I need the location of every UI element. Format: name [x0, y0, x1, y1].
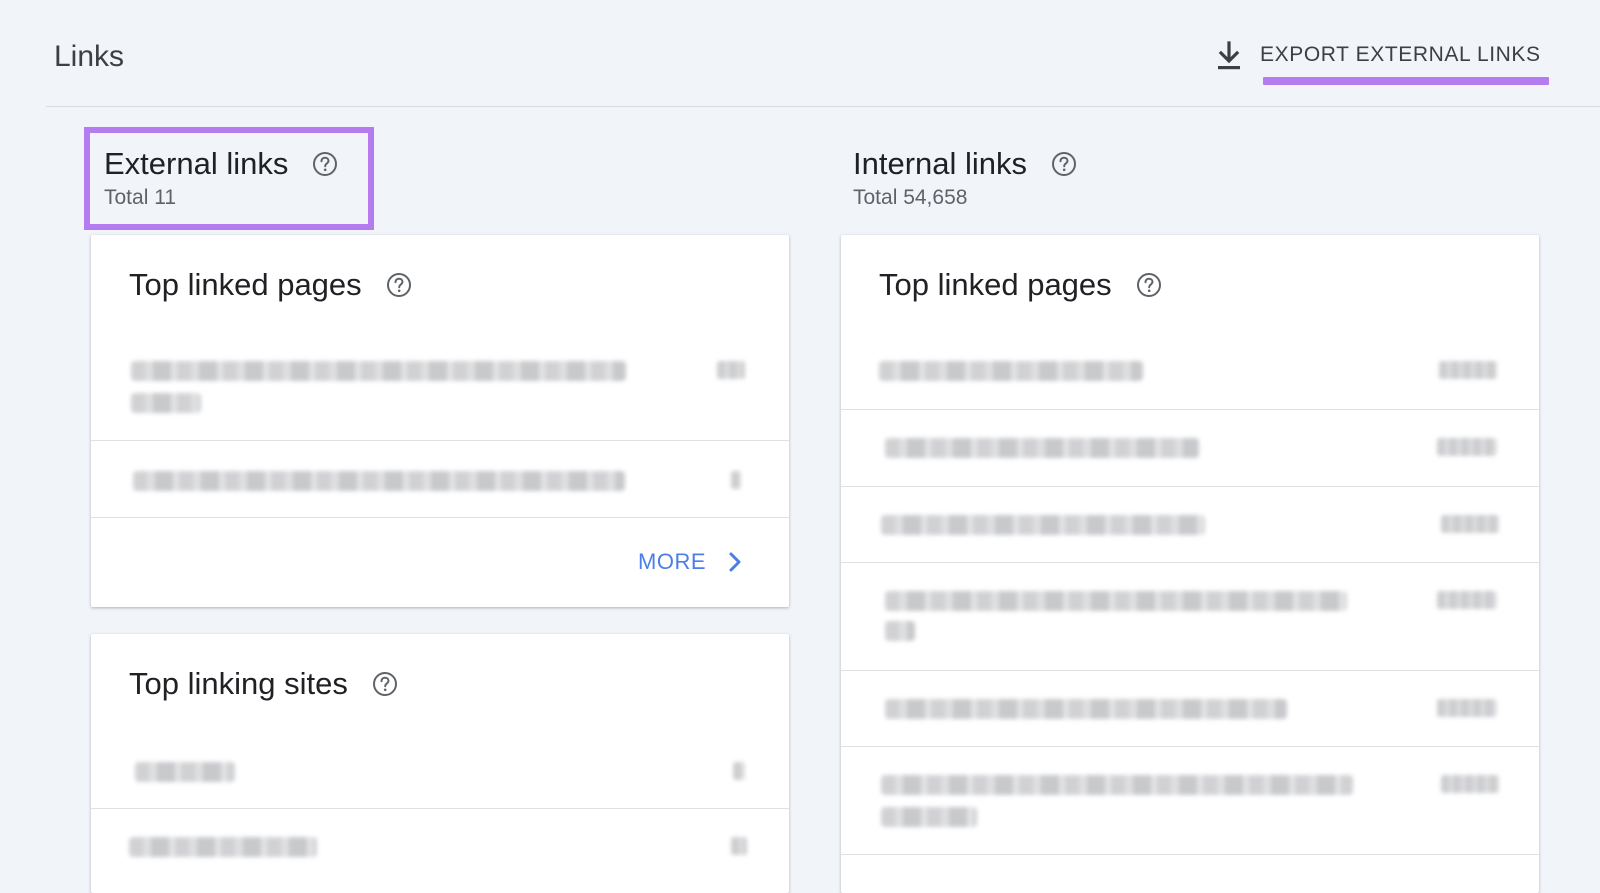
- blurred-url: [885, 699, 1287, 719]
- table-row[interactable]: [841, 563, 1539, 671]
- table-row[interactable]: [91, 441, 789, 518]
- blurred-count: [731, 471, 741, 489]
- internal-links-title: Internal links: [853, 146, 1028, 181]
- export-highlight-underline: [1263, 77, 1549, 85]
- card-title: Top linking sites: [129, 666, 348, 701]
- page-header: Links EXPORT EXTERNAL LINKS: [46, 0, 1600, 107]
- table-row[interactable]: [841, 335, 1539, 410]
- blurred-count: [1437, 438, 1497, 456]
- internal-links-total: Total 54,658: [853, 186, 968, 209]
- export-external-links-button[interactable]: EXPORT EXTERNAL LINKS: [1216, 36, 1541, 76]
- table-row[interactable]: [841, 671, 1539, 747]
- blurred-count: [1437, 591, 1497, 609]
- blurred-url: [881, 775, 1353, 795]
- blurred-count: [1441, 515, 1499, 533]
- help-icon[interactable]: [1136, 272, 1162, 298]
- card-title: Top linked pages: [879, 267, 1112, 302]
- page-title: Links: [54, 40, 125, 73]
- help-icon[interactable]: [386, 272, 412, 298]
- blurred-url: [879, 361, 1143, 381]
- table-row[interactable]: [841, 747, 1539, 855]
- blurred-count: [733, 762, 745, 780]
- blurred-url: [131, 393, 201, 413]
- internal-links-header: Internal links Total 54,658: [853, 146, 1077, 210]
- blurred-count: [731, 837, 747, 855]
- table-row[interactable]: [841, 487, 1539, 563]
- card-title: Top linked pages: [129, 267, 362, 302]
- more-button[interactable]: MORE: [638, 549, 744, 575]
- external-top-linked-pages-card: Top linked pages MORE: [91, 235, 789, 607]
- table-row[interactable]: [91, 734, 789, 809]
- blurred-url: [885, 591, 1347, 611]
- blurred-count: [1441, 775, 1499, 793]
- blurred-url: [133, 471, 625, 491]
- help-icon[interactable]: [372, 671, 398, 697]
- blurred-count: [1439, 361, 1497, 379]
- chevron-right-icon: [729, 552, 741, 572]
- external-top-linking-sites-card: Top linking sites: [91, 634, 789, 893]
- export-button-label: EXPORT EXTERNAL LINKS: [1260, 43, 1541, 66]
- download-icon: [1218, 41, 1240, 70]
- blurred-url: [129, 837, 317, 857]
- more-label: MORE: [638, 549, 706, 574]
- table-row[interactable]: [91, 809, 789, 893]
- blurred-count: [1437, 699, 1497, 717]
- blurred-count: [717, 361, 745, 379]
- blurred-url: [885, 621, 915, 641]
- external-links-highlight: [84, 127, 374, 230]
- blurred-url: [881, 515, 1205, 535]
- blurred-url: [135, 762, 235, 782]
- table-row[interactable]: [91, 335, 789, 441]
- internal-top-linked-pages-card: Top linked pages: [841, 235, 1539, 893]
- blurred-url: [131, 361, 626, 381]
- blurred-url: [881, 807, 977, 827]
- help-icon[interactable]: [1051, 151, 1077, 177]
- blurred-url: [885, 438, 1199, 458]
- table-row[interactable]: [841, 410, 1539, 487]
